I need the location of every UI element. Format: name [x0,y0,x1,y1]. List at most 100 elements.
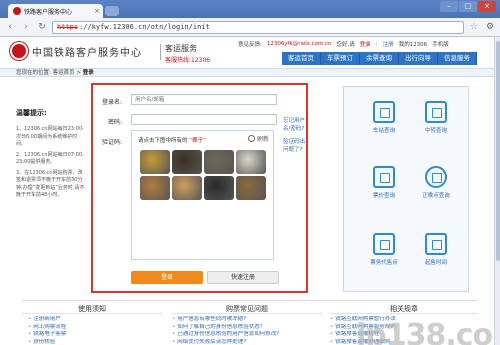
footer-link[interactable]: • 铁路旅客运输规程 [330,331,478,339]
footer-link[interactable]: • 用户信息有哪些同时被冻结? [172,316,322,324]
nav-item-booking[interactable]: 车票预订 [321,52,360,65]
footer-link[interactable]: • 网络支付失败后该怎样处理? [172,339,322,345]
close-tab-icon[interactable]: × [94,7,100,15]
footer-link[interactable]: • 铁路旅客运输办理细则 [330,339,478,345]
service-label: 票务代售点 [370,260,398,266]
service-transfer-query[interactable]: 中转查询 [416,101,456,134]
captcha-help-link[interactable]: 验证码出问题了? [283,137,306,153]
captcha-image-grid [140,150,266,200]
captcha-image-2[interactable] [172,150,202,174]
separator: | [375,41,378,47]
username-input[interactable] [131,94,277,105]
service-station-query[interactable]: 车站查询 [364,101,404,134]
service-shortcuts: 车站查询 中转查询 票价查询 正晚点查询 票务代售点 起售时间 [343,86,469,292]
captcha-image-3[interactable] [204,150,234,174]
captcha-refresh-label: 刷新 [256,136,269,143]
captcha-hint-prefix: 请点击下图中所有的 [138,138,188,144]
footer-link[interactable]: • 铁路互联网购票服务规则 [330,324,478,332]
breadcrumb-current: 登录 [82,70,94,76]
url-text: ://kyfw.12306.cn/otn/login/init [79,23,210,31]
captcha-refresh-button[interactable]: 刷新 [247,134,269,143]
main-nav: 客运首页 车票预订 余票查询 出行向导 信息服务 [282,52,477,65]
nav-item-ticket-query[interactable]: 余票查询 [360,52,399,65]
minimize-button[interactable]: – [440,1,458,12]
captcha-image-5[interactable] [140,176,170,200]
reload-icon[interactable]: ↻ [36,21,48,33]
maximize-button[interactable]: □ [459,1,477,12]
username-label: 登录名: [102,99,123,106]
footer-link[interactable]: • 铁路互联网购票暂行办法 [330,316,478,324]
quick-register-button[interactable]: 快速注册 [207,271,279,284]
feedback-email-link[interactable]: 12306yfk@rails.com.cn [267,41,332,47]
mobile-version-link[interactable]: 手机版 [432,40,449,48]
captcha-instruction: 请点击下图中所有的 “椰子” [138,136,206,144]
captcha-image-7[interactable] [204,176,234,200]
captcha-image-4[interactable] [236,150,266,174]
footer-link[interactable]: • 铁路电子客票 [22,331,162,339]
site-header: 中国铁路客户服务中心 客运服务 客服热线:12306 意见反馈: 12306yf… [0,37,494,67]
settings-wrench-icon[interactable]: ⚙ [484,22,496,32]
nav-item-travel-guide[interactable]: 出行向导 [399,52,438,65]
footer-link[interactable]: • 身份核验 [22,339,162,345]
service-label: 正晚点查询 [422,193,450,199]
back-icon[interactable]: ‹ [4,21,16,33]
footer-col-title: 相关规章 [390,305,418,313]
service-price-query[interactable]: 票价查询 [364,166,404,199]
service-label: 票价查询 [372,193,395,199]
footer-link[interactable]: • 如何了解自己的身份信息核验状态? [172,324,322,332]
service-label: 车站查询 [372,128,395,134]
service-delay-query[interactable]: 正晚点查询 [416,166,456,199]
captcha-hint-target: “椰子” [189,138,206,144]
forward-icon[interactable]: › [20,21,32,33]
login-button[interactable]: 登录 [131,271,203,284]
captcha-image-8[interactable] [236,176,266,200]
railway-logo-icon[interactable] [10,42,28,60]
vertical-scrollbar[interactable] [494,37,500,345]
service-agent-points[interactable]: 票务代售点 [364,233,404,266]
footer-col-title: 购票常见问题 [226,305,268,313]
bookmark-star-icon[interactable]: ☆ [468,22,480,32]
new-tab-button[interactable] [105,6,119,16]
tips-title: 温馨提示: [16,109,47,117]
footer-link[interactable]: • 已通过身份信息核验的用户信息如何修改? [172,331,322,339]
breadcrumb-home-link[interactable]: 客运首页 [53,70,75,76]
footer-info: 使用须知 • 注册新用户 • 网上购票流程 • 铁路电子客票 • 身份核验 购票常见问题… [22,300,478,345]
address-bar[interactable]: https ://kyfw.12306.cn/otn/login/init [52,20,464,34]
site-subtitle: 客运服务 [165,44,197,53]
top-login-link[interactable]: 登录 [360,40,371,48]
station-icon [373,101,395,123]
tip-item: 1、12306.cn网站每日23:00-次日6:00期间为系统维护时间。 [16,126,84,147]
forgot-password-link[interactable]: 忘记用户名/密码? [283,116,306,132]
refresh-icon [247,135,255,142]
scrollbar-thumb[interactable] [496,41,500,261]
captcha-image-1[interactable] [140,150,170,174]
price-icon [373,166,395,188]
footer-col-faq: 购票常见问题 • 用户信息有哪些同时被冻结? • 如何了解自己的身份信息核验状态? … [172,301,322,345]
footer-col-title: 使用须知 [78,305,106,313]
url-scheme: https [57,23,79,31]
top-register-link[interactable]: 注册 [383,40,394,48]
nav-item-info-service[interactable]: 信息服务 [438,52,477,65]
tip-item: 3、在12306.cn网站购票、改签和退票须不晚于开车前30分钟;办理“变更到站… [16,169,85,199]
footer-link[interactable]: • 注册新用户 [22,316,162,324]
captcha-image-6[interactable] [172,176,202,200]
feedback-label: 意见反馈: [238,42,262,48]
close-window-button[interactable]: × [478,1,496,12]
service-label: 中转查询 [424,128,447,134]
service-label: 起售时间 [424,260,447,266]
agent-icon [373,233,395,255]
tip-item: 2、12306.cn网站每日07:00-23:00提供服务。 [16,151,84,166]
nav-item-home[interactable]: 客运首页 [282,52,321,65]
my-12306-link[interactable]: 我的12306 [399,40,428,48]
tab-title: 铁路客户服务中心 [24,8,73,16]
hotline-text: 客服热线:12306 [165,57,211,64]
service-sale-time[interactable]: 起售时间 [416,233,456,266]
footer-link[interactable]: • 网上购票流程 [22,324,162,332]
site-logo-text[interactable]: 中国铁路客户服务中心 [32,44,142,59]
footer-col-rules: 相关规章 • 铁路互联网购票暂行办法 • 铁路互联网购票服务规则 • 铁路旅客运输规程… [330,301,478,345]
tips-panel: 温馨提示: 1、12306.cn网站每日23:00-次日6:00期间为系统维护时… [16,108,86,203]
password-input[interactable] [131,114,277,125]
password-label: 密码: [108,119,123,126]
browser-tab-bar: 铁路客户服务中心 × – □ × [0,0,500,18]
browser-tab[interactable]: 铁路客户服务中心 × [8,4,103,18]
